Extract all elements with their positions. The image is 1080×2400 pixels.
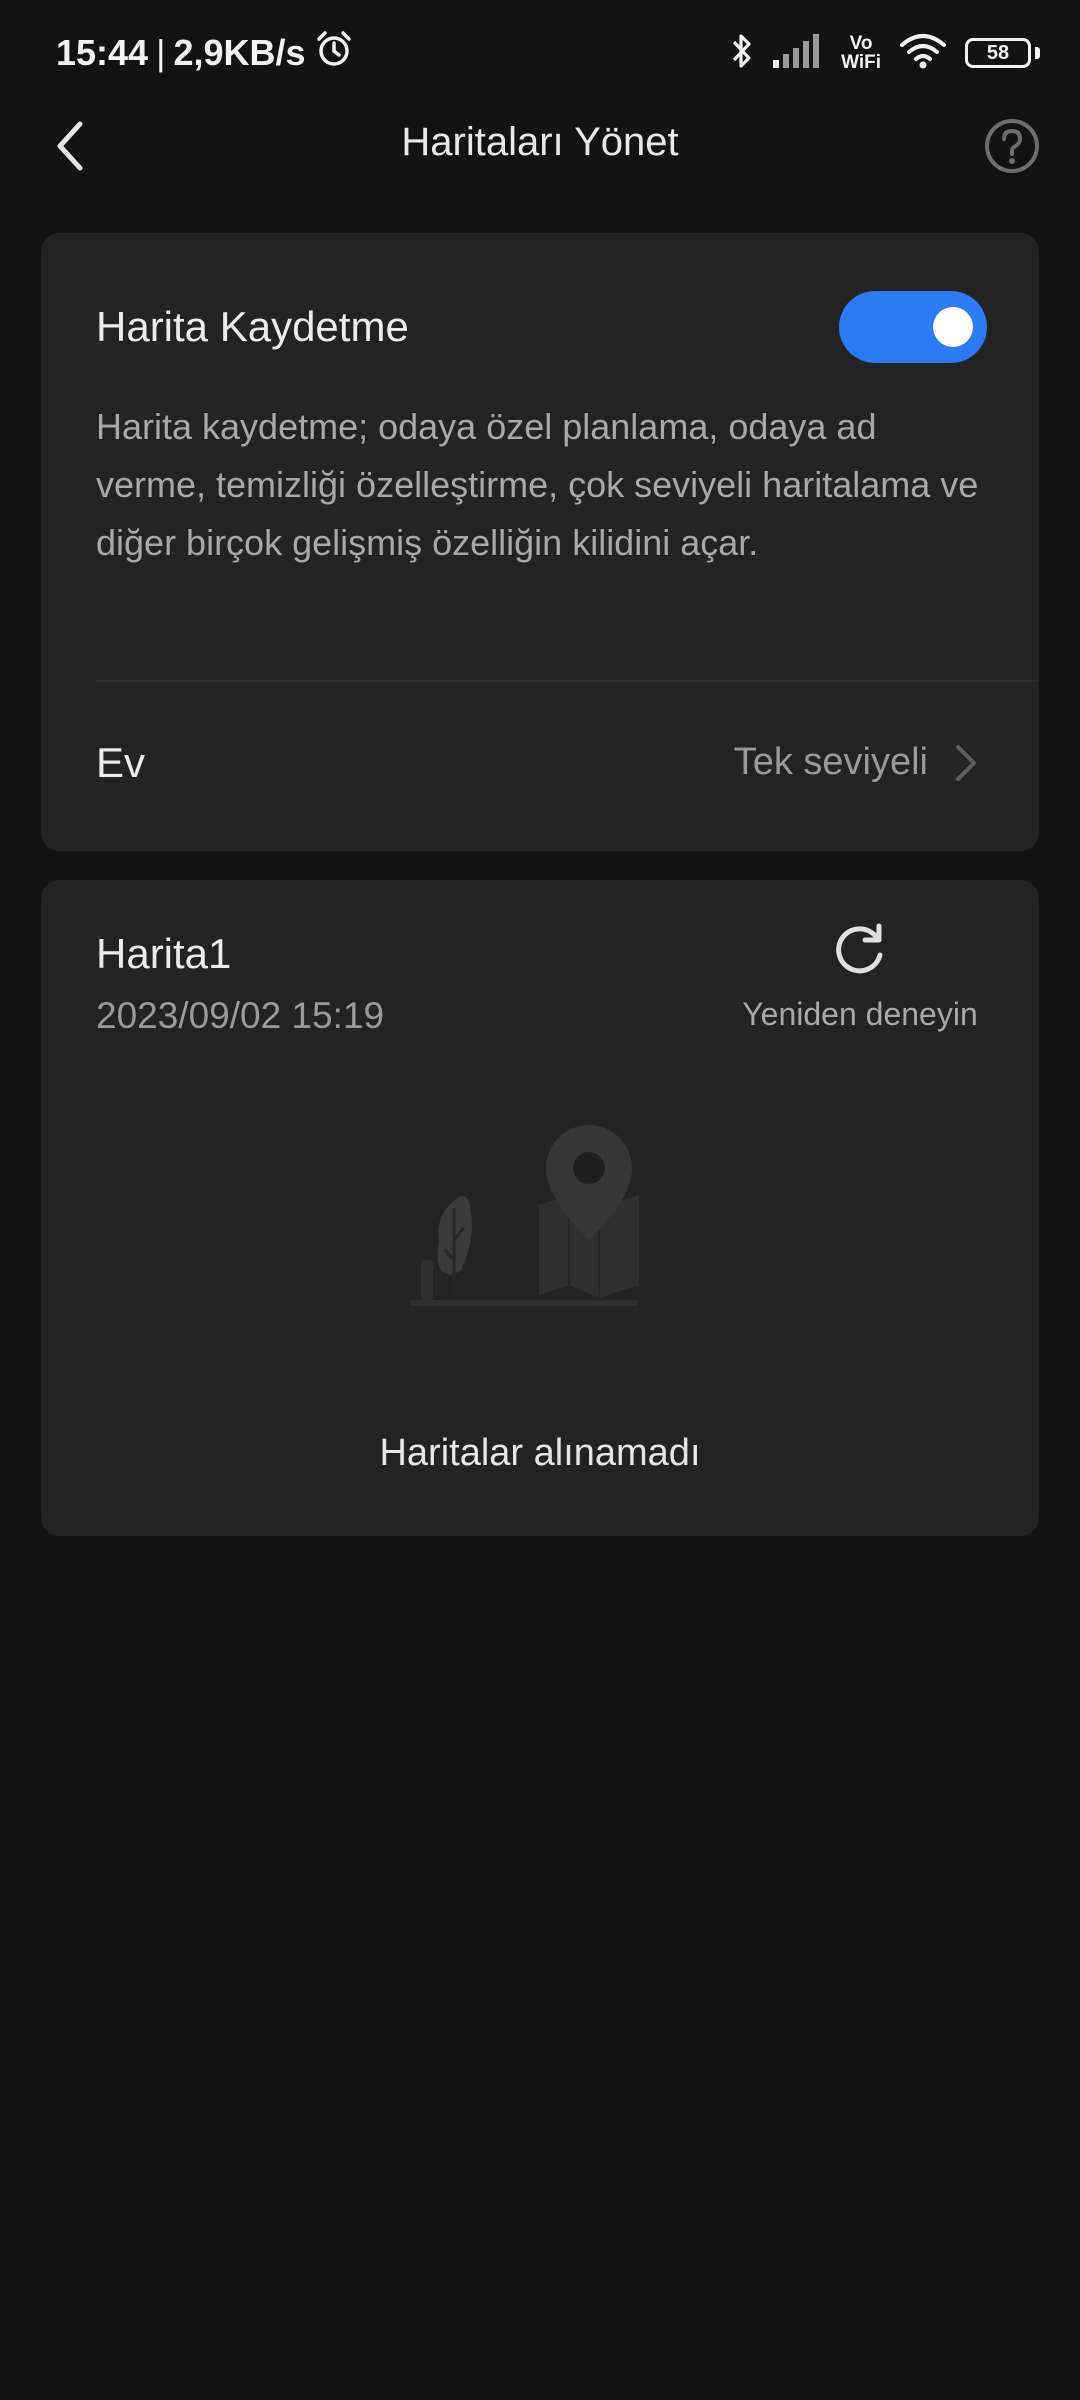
status-time: 15:44 — [56, 32, 149, 73]
map-saving-row: Harita Kaydetme — [96, 291, 987, 363]
status-right: Vo WiFi 58 — [729, 28, 1040, 78]
map-saving-description: Harita kaydetme; odaya özel planlama, od… — [96, 406, 979, 563]
network-speed: 2,9KB/s — [173, 32, 306, 73]
empty-map-illustration — [409, 1120, 669, 1325]
help-button[interactable] — [982, 116, 1042, 176]
battery-level: 58 — [986, 41, 1010, 64]
cellular-signal-icon — [773, 33, 823, 73]
bluetooth-icon — [729, 31, 755, 76]
screen: 15:44 | 2,9KB/s Vo WiFi 58 Haritaları Yö… — [0, 0, 1080, 2400]
home-label: Ev — [96, 739, 146, 786]
vowifi-indicator: Vo WiFi — [841, 34, 881, 72]
map-saving-label: Harita Kaydetme — [96, 303, 409, 350]
alarm-clock-icon — [314, 29, 354, 78]
toggle-knob — [933, 307, 973, 347]
status-separator: | — [156, 32, 166, 73]
vowifi-bottom: WiFi — [841, 52, 881, 73]
status-left: 15:44 | 2,9KB/s — [56, 28, 354, 78]
header: Haritaları Yönet — [0, 106, 1080, 186]
divider — [96, 680, 1039, 682]
home-level-value: Tek seviyeli — [733, 741, 928, 783]
error-message: Haritalar alınamadı — [379, 1432, 701, 1474]
retry-button[interactable]: Yeniden deneyin — [735, 922, 985, 1042]
map-card: Harita1 2023/09/02 15:19 Yeniden deneyin — [41, 880, 1039, 1536]
retry-label: Yeniden deneyin — [742, 996, 978, 1032]
map-name: Harita1 — [96, 930, 232, 977]
map-date: 2023/09/02 15:19 — [96, 995, 385, 1036]
page-title: Haritaları Yönet — [401, 120, 679, 164]
battery-icon: 58 — [965, 38, 1031, 68]
map-saving-card: Harita Kaydetme Harita kaydetme; odaya ö… — [41, 233, 1039, 851]
battery-tip — [1035, 47, 1040, 59]
vowifi-top: Vo — [849, 33, 873, 54]
status-bar: 15:44 | 2,9KB/s Vo WiFi 58 — [0, 0, 1080, 106]
refresh-icon — [836, 923, 883, 974]
chevron-right-icon — [956, 745, 976, 781]
wifi-icon — [899, 33, 947, 74]
help-circle-icon — [985, 119, 1039, 173]
map-saving-toggle[interactable] — [839, 291, 987, 363]
home-level-row[interactable]: Ev Tek seviyeli — [96, 703, 984, 823]
